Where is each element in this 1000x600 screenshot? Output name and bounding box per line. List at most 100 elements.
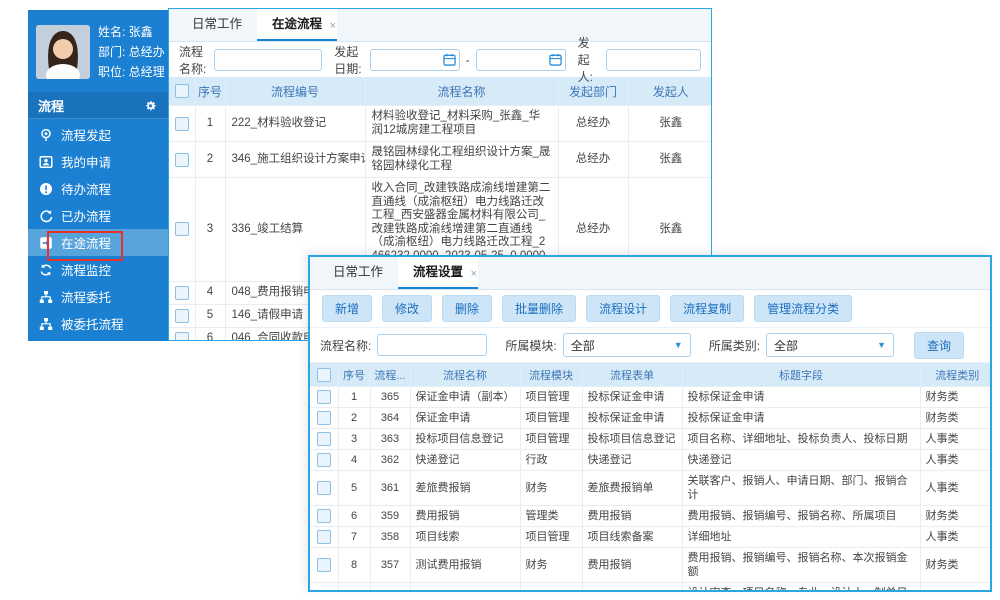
- process-name-label: 流程名称:: [320, 337, 371, 354]
- batch-delete-button[interactable]: 批量删除: [502, 295, 576, 322]
- table-cell: 4: [195, 281, 225, 304]
- sidebar-item-process-initiate[interactable]: 流程发起: [28, 121, 168, 148]
- user-name: 姓名: 张鑫: [98, 22, 165, 42]
- table-header-row: 序号流程...流程名称流程模块流程表单标题字段流程类别: [310, 363, 992, 387]
- table-cell: 行政: [520, 450, 582, 471]
- process-copy-button[interactable]: 流程复制: [670, 295, 744, 322]
- row-checkbox[interactable]: [175, 153, 189, 167]
- user-title: 职位: 总经理: [98, 62, 165, 82]
- category-select[interactable]: 全部 ▼: [766, 333, 894, 357]
- sidebar-item-my-applications[interactable]: 我的申请: [28, 148, 168, 175]
- table-cell: 财务类: [920, 408, 992, 429]
- module-select[interactable]: 全部 ▼: [563, 333, 691, 357]
- sidebar-item-process-monitor[interactable]: 流程监控: [28, 256, 168, 283]
- chevron-down-icon: ▼: [877, 340, 886, 350]
- row-checkbox[interactable]: [175, 222, 189, 236]
- table-cell: 361: [370, 471, 410, 506]
- edit-button[interactable]: 修改: [382, 295, 432, 322]
- row-checkbox[interactable]: [175, 332, 189, 342]
- table-row[interactable]: 1365保证金申请（副本）项目管理投标保证金申请投标保证金申请财务类: [310, 387, 992, 408]
- transit-tabbar: 日常工作在途流程×: [169, 9, 711, 42]
- sidebar-item-label: 已办流程: [61, 206, 111, 225]
- tab-close-icon[interactable]: ×: [471, 259, 477, 289]
- sitemap-icon: [38, 316, 53, 331]
- row-checkbox[interactable]: [317, 530, 331, 544]
- table-cell: 投标保证金申请: [582, 387, 682, 408]
- column-header: 标题字段: [682, 363, 920, 387]
- category-label: 所属类别:: [709, 337, 760, 354]
- table-cell: 投标保证金申请: [582, 408, 682, 429]
- row-checkbox[interactable]: [317, 432, 331, 446]
- table-row[interactable]: 4362快递登记行政快递登记快递登记人事类: [310, 450, 992, 471]
- table-cell: 9: [338, 583, 370, 593]
- table-cell: 359: [370, 506, 410, 527]
- delete-button[interactable]: 删除: [442, 295, 492, 322]
- table-cell: 设计审查: [582, 583, 682, 593]
- settings-tab-active[interactable]: 流程设置×: [398, 257, 478, 289]
- gear-icon[interactable]: [143, 98, 158, 113]
- sidebar-item-process-delegation[interactable]: 流程委托: [28, 283, 168, 310]
- column-header: 发起人: [628, 77, 712, 106]
- row-checkbox[interactable]: [317, 509, 331, 523]
- user-dept: 部门: 总经办: [98, 42, 165, 62]
- table-cell: 1: [338, 387, 370, 408]
- table-row[interactable]: 8357测试费用报销财务费用报销费用报销、报销编号、报销名称、本次报销金额财务类: [310, 548, 992, 583]
- table-cell: 详细地址: [682, 527, 920, 548]
- column-header: 流程表单: [582, 363, 682, 387]
- table-row[interactable]: 5361差旅费报销财务差旅费报销单关联客户、报销人、申请日期、部门、报销合计人事…: [310, 471, 992, 506]
- column-header: 流程编号: [225, 77, 365, 106]
- row-checkbox[interactable]: [317, 411, 331, 425]
- table-row[interactable]: 7358项目线索项目管理项目线索备案详细地址人事类: [310, 527, 992, 548]
- settings-tab-inactive[interactable]: 日常工作: [318, 257, 398, 289]
- row-checkbox[interactable]: [317, 453, 331, 467]
- process-design-button[interactable]: 流程设计: [586, 295, 660, 322]
- table-cell: 3: [338, 429, 370, 450]
- table-row[interactable]: 6359费用报销管理类费用报销费用报销、报销编号、报销名称、所属项目财务类: [310, 506, 992, 527]
- sidebar-item-in-transit-processes[interactable]: 在途流程: [28, 229, 168, 256]
- table-row[interactable]: 2346_施工组织设计方案申请晟铭园林绿化工程组织设计方案_晟铭园林绿化工程总经…: [169, 142, 712, 178]
- settings-process-name-input[interactable]: [377, 334, 487, 356]
- table-cell: 人事类: [920, 471, 992, 506]
- row-checkbox[interactable]: [317, 558, 331, 572]
- table-cell: 张鑫: [628, 106, 712, 142]
- row-checkbox[interactable]: [175, 286, 189, 300]
- table-cell: 356: [370, 583, 410, 593]
- table-cell: 365: [370, 387, 410, 408]
- table-cell: 投标保证金申请: [682, 408, 920, 429]
- table-row[interactable]: 1222_材料验收登记材料验收登记_材料采购_张鑫_华润12城房建工程项目总经办…: [169, 106, 712, 142]
- table-row[interactable]: 3363投标项目信息登记项目管理投标项目信息登记项目名称、详细地址、投标负责人、…: [310, 429, 992, 450]
- add-button[interactable]: 新增: [322, 295, 372, 322]
- select-all-checkbox[interactable]: [175, 84, 189, 98]
- manage-category-button[interactable]: 管理流程分类: [754, 295, 852, 322]
- select-all-checkbox[interactable]: [317, 368, 331, 382]
- tab-close-icon[interactable]: ×: [330, 11, 336, 41]
- row-checkbox[interactable]: [175, 309, 189, 323]
- sidebar-item-todo-processes[interactable]: 待办流程: [28, 175, 168, 202]
- table-row[interactable]: 9356设计审查项目管理设计审查设计审查、项目名称、专业、设计人、制单日期人事类: [310, 583, 992, 593]
- table-cell: 346_施工组织设计方案申请: [225, 142, 365, 178]
- column-header: 流程名称: [410, 363, 520, 387]
- process-settings-table: 序号流程...流程名称流程模块流程表单标题字段流程类别 1365保证金申请（副本…: [310, 363, 992, 592]
- table-cell: 财务: [520, 471, 582, 506]
- sidebar-item-delegated-processes[interactable]: 被委托流程: [28, 310, 168, 337]
- table-row[interactable]: 2364保证金申请项目管理投标保证金申请投标保证金申请财务类: [310, 408, 992, 429]
- calendar-icon[interactable]: [549, 53, 562, 69]
- row-checkbox[interactable]: [317, 481, 331, 495]
- transit-tab-inactive[interactable]: 日常工作: [177, 9, 257, 41]
- table-cell: 管理类: [520, 506, 582, 527]
- query-button[interactable]: 查询: [914, 332, 964, 359]
- table-cell: 快递登记: [682, 450, 920, 471]
- row-checkbox[interactable]: [317, 390, 331, 404]
- checkbox-cell: [169, 178, 195, 282]
- user-profile: 姓名: 张鑫 部门: 总经办 职位: 总经理: [28, 10, 168, 92]
- checkbox-cell: [310, 527, 338, 548]
- checkbox-cell: [310, 548, 338, 583]
- transit-tab-active[interactable]: 在途流程×: [257, 9, 337, 41]
- transit-filters: 流程名称: 发起日期: - 发起人:: [169, 42, 711, 77]
- sidebar-item-done-processes[interactable]: 已办流程: [28, 202, 168, 229]
- column-header: 序号: [338, 363, 370, 387]
- process-name-input[interactable]: [214, 49, 322, 71]
- initiator-input[interactable]: [606, 49, 701, 71]
- calendar-icon[interactable]: [443, 53, 456, 69]
- row-checkbox[interactable]: [175, 117, 189, 131]
